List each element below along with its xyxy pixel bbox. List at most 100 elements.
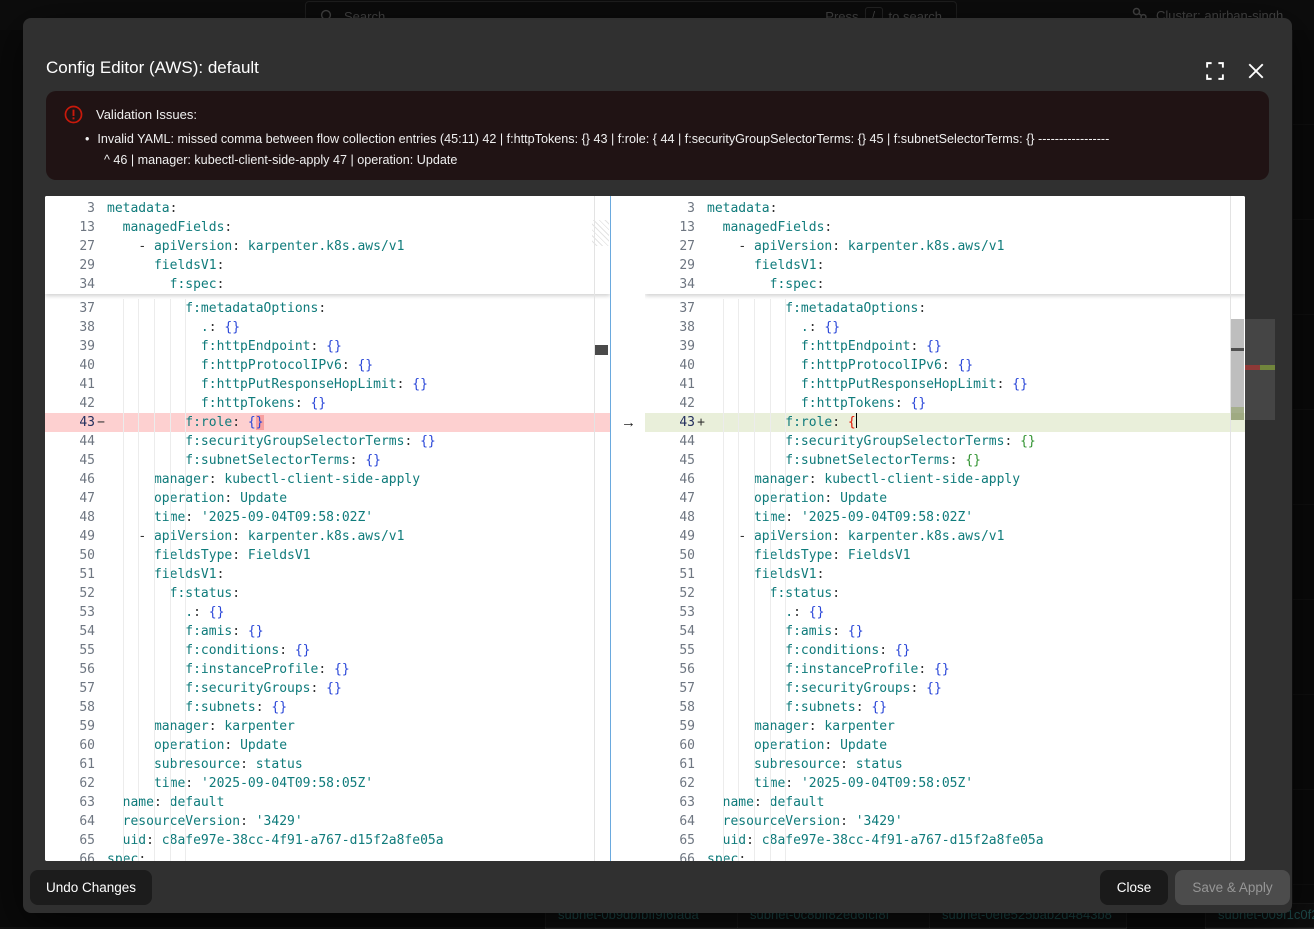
- code-line[interactable]: 56 f:instanceProfile: {}: [45, 660, 610, 679]
- code-line[interactable]: 48 time: '2025-09-04T09:58:02Z': [45, 508, 610, 527]
- code-line[interactable]: 29 fieldsV1:: [645, 256, 1245, 275]
- code-text: f:httpPutResponseHopLimit: {}: [107, 375, 610, 394]
- code-line[interactable]: 38 .: {}: [645, 318, 1245, 337]
- overview-ruler[interactable]: [1245, 319, 1275, 420]
- code-line[interactable]: 49 - apiVersion: karpenter.k8s.aws/v1: [645, 527, 1245, 546]
- code-line[interactable]: 47 operation: Update: [645, 489, 1245, 508]
- code-line[interactable]: 57 f:securityGroups: {}: [45, 679, 610, 698]
- code-line[interactable]: 56 f:instanceProfile: {}: [645, 660, 1245, 679]
- code-text: f:subnets: {}: [107, 698, 610, 717]
- code-line[interactable]: 43− f:role: {}: [45, 413, 610, 432]
- code-line[interactable]: 42 f:httpTokens: {}: [645, 394, 1245, 413]
- code-line[interactable]: 38 .: {}: [45, 318, 610, 337]
- diff-mark: [695, 470, 707, 489]
- code-line[interactable]: 39 f:httpEndpoint: {}: [45, 337, 610, 356]
- line-number: 29: [45, 256, 95, 275]
- code-line[interactable]: 65 uid: c8afe97e-38cc-4f91-a767-d15f2a8f…: [45, 831, 610, 850]
- code-line[interactable]: 39 f:httpEndpoint: {}: [645, 337, 1245, 356]
- code-line[interactable]: 52 f:status:: [45, 584, 610, 603]
- line-number: 48: [45, 508, 95, 527]
- code-line[interactable]: 63 name: default: [45, 793, 610, 812]
- code-line[interactable]: 62 time: '2025-09-04T09:58:05Z': [645, 774, 1245, 793]
- indent-guide: [170, 299, 171, 861]
- code-line[interactable]: 46 manager: kubectl-client-side-apply: [645, 470, 1245, 489]
- code-line[interactable]: 34 f:spec:: [45, 275, 610, 294]
- save-apply-button[interactable]: Save & Apply: [1175, 870, 1290, 905]
- code-line[interactable]: 64 resourceVersion: '3429': [45, 812, 610, 831]
- code-line[interactable]: 49 - apiVersion: karpenter.k8s.aws/v1: [45, 527, 610, 546]
- code-line[interactable]: 50 fieldsType: FieldsV1: [45, 546, 610, 565]
- code-line[interactable]: 27 - apiVersion: karpenter.k8s.aws/v1: [645, 237, 1245, 256]
- code-line[interactable]: 51 fieldsV1:: [645, 565, 1245, 584]
- code-line[interactable]: 51 fieldsV1:: [45, 565, 610, 584]
- code-pane-modified[interactable]: 37 f:metadataOptions:38 .: {}39 f:httpEn…: [645, 196, 1245, 861]
- code-line[interactable]: 53 .: {}: [645, 603, 1245, 622]
- revert-change-arrow-icon[interactable]: →: [611, 413, 646, 432]
- code-line[interactable]: 40 f:httpProtocolIPv6: {}: [645, 356, 1245, 375]
- code-line[interactable]: 27 - apiVersion: karpenter.k8s.aws/v1: [45, 237, 610, 256]
- code-line[interactable]: 61 subresource: status: [45, 755, 610, 774]
- code-line[interactable]: 60 operation: Update: [645, 736, 1245, 755]
- vertical-scrollbar[interactable]: [1231, 319, 1244, 420]
- code-line[interactable]: 29 fieldsV1:: [45, 256, 610, 275]
- code-line[interactable]: 46 manager: kubectl-client-side-apply: [45, 470, 610, 489]
- close-icon[interactable]: [1247, 62, 1267, 82]
- line-number: 41: [45, 375, 95, 394]
- yaml-diff-editor[interactable]: 37 f:metadataOptions:38 .: {}39 f:httpEn…: [45, 196, 1245, 861]
- code-line[interactable]: 66spec:: [45, 850, 610, 861]
- code-line[interactable]: 41 f:httpPutResponseHopLimit: {}: [645, 375, 1245, 394]
- code-line[interactable]: 45 f:subnetSelectorTerms: {}: [645, 451, 1245, 470]
- code-line[interactable]: 3metadata:: [45, 199, 610, 218]
- diff-mark: [695, 698, 707, 717]
- code-line[interactable]: 52 f:status:: [645, 584, 1245, 603]
- indent-guide: [185, 299, 186, 861]
- code-line[interactable]: 41 f:httpPutResponseHopLimit: {}: [45, 375, 610, 394]
- code-line[interactable]: 60 operation: Update: [45, 736, 610, 755]
- code-line[interactable]: 57 f:securityGroups: {}: [645, 679, 1245, 698]
- line-number: 66: [645, 850, 695, 861]
- code-line[interactable]: 59 manager: karpenter: [45, 717, 610, 736]
- code-line[interactable]: 37 f:metadataOptions:: [645, 299, 1245, 318]
- code-line[interactable]: 37 f:metadataOptions:: [45, 299, 610, 318]
- code-line[interactable]: 58 f:subnets: {}: [645, 698, 1245, 717]
- code-line[interactable]: 13 managedFields:: [45, 218, 610, 237]
- code-line[interactable]: 59 manager: karpenter: [645, 717, 1245, 736]
- code-line[interactable]: 40 f:httpProtocolIPv6: {}: [45, 356, 610, 375]
- code-line[interactable]: 64 resourceVersion: '3429': [645, 812, 1245, 831]
- line-number: 45: [45, 451, 95, 470]
- code-line[interactable]: 54 f:amis: {}: [45, 622, 610, 641]
- code-line[interactable]: 47 operation: Update: [45, 489, 610, 508]
- code-line[interactable]: 66spec:: [645, 850, 1245, 861]
- code-line[interactable]: 45 f:subnetSelectorTerms: {}: [45, 451, 610, 470]
- code-line[interactable]: 44 f:securityGroupSelectorTerms: {}: [45, 432, 610, 451]
- code-pane-original[interactable]: 37 f:metadataOptions:38 .: {}39 f:httpEn…: [45, 196, 610, 861]
- code-line[interactable]: 61 subresource: status: [645, 755, 1245, 774]
- diff-mark: [95, 774, 107, 793]
- expand-fullscreen-icon[interactable]: [1206, 62, 1226, 82]
- code-text: managedFields:: [107, 218, 610, 237]
- code-line[interactable]: 48 time: '2025-09-04T09:58:02Z': [645, 508, 1245, 527]
- code-line[interactable]: 55 f:conditions: {}: [45, 641, 610, 660]
- code-line[interactable]: 62 time: '2025-09-04T09:58:05Z': [45, 774, 610, 793]
- code-line[interactable]: 13 managedFields:: [645, 218, 1245, 237]
- code-line[interactable]: 65 uid: c8afe97e-38cc-4f91-a767-d15f2a8f…: [645, 831, 1245, 850]
- code-line[interactable]: 34 f:spec:: [645, 275, 1245, 294]
- code-line[interactable]: 42 f:httpTokens: {}: [45, 394, 610, 413]
- code-line[interactable]: 43+ f:role: {: [645, 413, 1245, 432]
- code-line[interactable]: 63 name: default: [645, 793, 1245, 812]
- code-text: f:metadataOptions:: [707, 299, 1245, 318]
- line-number: 55: [645, 641, 695, 660]
- diff-mark: [695, 299, 707, 318]
- code-line[interactable]: 44 f:securityGroupSelectorTerms: {}: [645, 432, 1245, 451]
- code-line[interactable]: 3metadata:: [645, 199, 1245, 218]
- code-line[interactable]: 55 f:conditions: {}: [645, 641, 1245, 660]
- code-line[interactable]: 54 f:amis: {}: [645, 622, 1245, 641]
- close-button[interactable]: Close: [1100, 870, 1168, 905]
- code-line[interactable]: 50 fieldsType: FieldsV1: [645, 546, 1245, 565]
- code-line[interactable]: 58 f:subnets: {}: [45, 698, 610, 717]
- diff-mark: [95, 755, 107, 774]
- diff-mark: [695, 622, 707, 641]
- undo-changes-button[interactable]: Undo Changes: [30, 870, 152, 905]
- code-line[interactable]: 53 .: {}: [45, 603, 610, 622]
- left-scrollbar-marker[interactable]: [595, 345, 608, 355]
